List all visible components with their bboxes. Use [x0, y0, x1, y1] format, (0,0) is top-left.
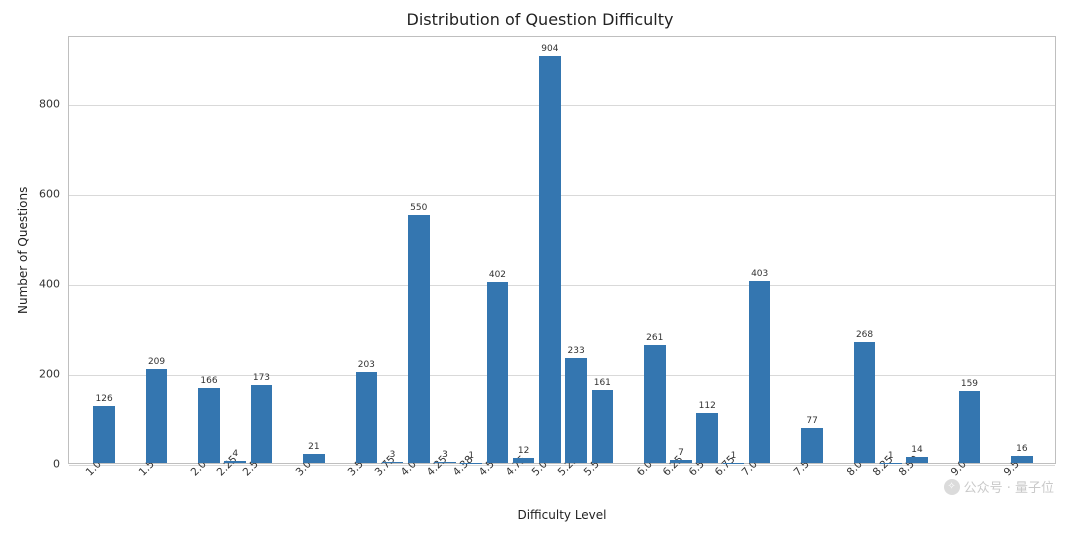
- chart-container: Distribution of Question Difficulty Numb…: [8, 8, 1072, 528]
- bar: [592, 390, 614, 463]
- bar: [356, 372, 378, 463]
- bar-value-label: 173: [253, 373, 270, 383]
- bar-value-label: 261: [646, 333, 663, 343]
- grid-line: [69, 285, 1055, 286]
- bar: [513, 458, 535, 463]
- grid-line: [69, 195, 1055, 196]
- bar: [198, 388, 220, 463]
- bar-value-label: 1: [731, 451, 737, 461]
- bar: [696, 413, 718, 463]
- y-axis: 0200400600800: [8, 36, 66, 464]
- bar-value-label: 112: [699, 401, 716, 411]
- bar: [644, 345, 666, 463]
- bar: [854, 342, 876, 463]
- bar-value-label: 21: [308, 442, 319, 452]
- bar-value-label: 550: [410, 203, 427, 213]
- y-tick-label: 800: [39, 97, 60, 110]
- bar-value-label: 233: [568, 346, 585, 356]
- bar-value-label: 402: [489, 270, 506, 280]
- y-tick-label: 600: [39, 187, 60, 200]
- bar: [487, 282, 509, 463]
- bar: [1011, 456, 1033, 463]
- bar-value-label: 7: [678, 448, 684, 458]
- bar: [224, 461, 246, 463]
- bar-value-label: 403: [751, 269, 768, 279]
- bar: [670, 460, 692, 463]
- bar: [906, 457, 928, 463]
- plot-area: 1262091664173212033550314021290423316126…: [68, 36, 1056, 464]
- bar-value-label: 14: [911, 445, 922, 455]
- bar: [801, 428, 823, 463]
- bar: [959, 391, 981, 463]
- bar: [303, 454, 325, 463]
- bar-value-label: 904: [541, 44, 558, 54]
- bar: [565, 358, 587, 463]
- y-tick-label: 0: [53, 458, 60, 471]
- bar: [434, 462, 456, 463]
- bar-value-label: 16: [1016, 444, 1027, 454]
- bar: [93, 406, 115, 463]
- bar-value-label: 268: [856, 330, 873, 340]
- chart-title: Distribution of Question Difficulty: [8, 8, 1072, 35]
- bar-value-label: 161: [594, 378, 611, 388]
- bar-value-label: 203: [358, 360, 375, 370]
- y-tick-label: 400: [39, 277, 60, 290]
- bar-value-label: 209: [148, 357, 165, 367]
- bar-value-label: 126: [96, 394, 113, 404]
- bar-value-label: 166: [200, 376, 217, 386]
- bar: [146, 369, 168, 463]
- bar-value-label: 3: [390, 450, 396, 460]
- bar-value-label: 159: [961, 379, 978, 389]
- bar-value-label: 77: [806, 416, 817, 426]
- bar-value-label: 4: [232, 449, 238, 459]
- bar: [749, 281, 771, 463]
- bar-value-label: 1: [888, 451, 894, 461]
- bar: [408, 215, 430, 463]
- x-axis-label: Difficulty Level: [68, 508, 1056, 522]
- bar: [251, 385, 273, 463]
- bar-value-label: 1: [468, 451, 474, 461]
- y-tick-label: 200: [39, 367, 60, 380]
- grid-line: [69, 105, 1055, 106]
- bar-value-label: 12: [518, 446, 529, 456]
- bar: [539, 56, 561, 463]
- bar-value-label: 3: [442, 450, 448, 460]
- bar: [382, 462, 404, 463]
